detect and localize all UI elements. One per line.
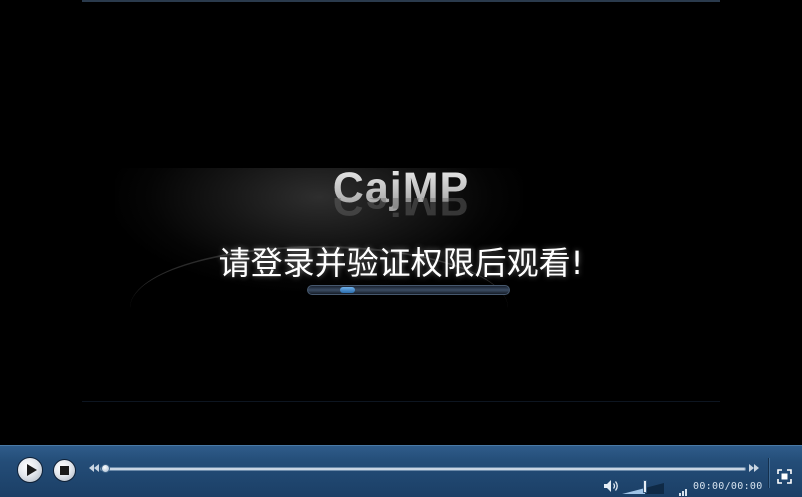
speaker-icon[interactable] [603,479,621,493]
login-required-message: 请登录并验证权限后观看! [218,244,584,282]
logo-reflection: CajMP [332,198,470,224]
media-player: CajMP CajMP 请登录并验证权限后观看! 00:00/00:00 [0,0,802,497]
forward-icon[interactable] [749,463,759,473]
play-icon [27,464,37,476]
fullscreen-button[interactable] [777,469,792,484]
rewind-icon[interactable] [89,463,99,473]
loading-progress-bar [307,285,510,295]
stop-button[interactable] [53,459,76,482]
seek-thumb[interactable] [101,464,110,473]
seek-bar[interactable] [100,467,746,471]
signal-bars-icon [679,483,688,496]
control-bar: 00:00/00:00 [0,445,802,497]
loading-progress-thumb [340,287,356,293]
stop-icon [60,466,69,475]
time-display: 00:00/00:00 [693,481,763,492]
play-button[interactable] [17,457,43,483]
volume-thumb[interactable] [643,480,648,493]
control-divider [768,458,770,488]
fullscreen-icon [777,469,792,484]
